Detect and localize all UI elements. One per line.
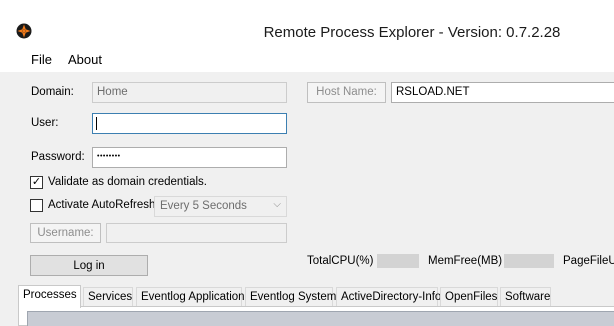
login-button[interactable]: Log in (30, 255, 148, 276)
menu-file[interactable]: File (31, 52, 52, 67)
domain-label: Domain: (31, 86, 74, 98)
username-button: Username: (30, 223, 101, 243)
menu-bar: File About (0, 47, 614, 72)
mem-value-box (504, 254, 554, 268)
text-cursor (96, 117, 97, 130)
tab-services[interactable]: Services (83, 287, 133, 307)
user-label: User: (31, 117, 59, 129)
tab-openfiles[interactable]: OpenFiles (440, 287, 498, 307)
autorefresh-checkbox[interactable] (30, 199, 43, 212)
password-field[interactable]: •••••••• (92, 147, 287, 168)
password-label: Password: (31, 151, 85, 163)
title-bar: Remote Process Explorer - Version: 0.7.2… (0, 0, 614, 47)
tab-software[interactable]: Software (500, 287, 551, 307)
host-name-field[interactable]: RSLOAD.NET (391, 82, 614, 103)
tab-processes[interactable]: Processes (18, 285, 81, 308)
refresh-interval-value: Every 5 Seconds (160, 200, 247, 212)
tab-eventlog-application[interactable]: Eventlog Application (136, 287, 245, 307)
pagefile-label: PageFileUs (563, 255, 614, 267)
cpu-value-box (377, 254, 419, 268)
autorefresh-label: Activate AutoRefresh (48, 199, 156, 211)
cpu-label: TotalCPU(%) (307, 255, 374, 267)
username-field (106, 223, 287, 243)
validate-label: Validate as domain credentials. (48, 176, 207, 188)
menu-about[interactable]: About (68, 52, 102, 67)
mem-label: MemFree(MB) (428, 255, 503, 267)
checkmark-icon: ✓ (31, 176, 42, 188)
tab-eventlog-system[interactable]: Eventlog System (245, 287, 336, 307)
host-name-button: Host Name: (307, 82, 386, 103)
window-title: Remote Process Explorer - Version: 0.7.2… (263, 24, 561, 41)
chevron-down-icon: ⌵ (273, 199, 281, 210)
process-grid[interactable] (27, 311, 614, 326)
validate-checkbox[interactable]: ✓ (30, 176, 43, 189)
tab-activedirectory-info[interactable]: ActiveDirectory-Info (336, 287, 441, 307)
user-field[interactable] (92, 113, 287, 134)
tab-panel (18, 306, 614, 326)
refresh-interval-select: Every 5 Seconds ⌵ (154, 196, 287, 217)
domain-field: Home (92, 82, 287, 103)
